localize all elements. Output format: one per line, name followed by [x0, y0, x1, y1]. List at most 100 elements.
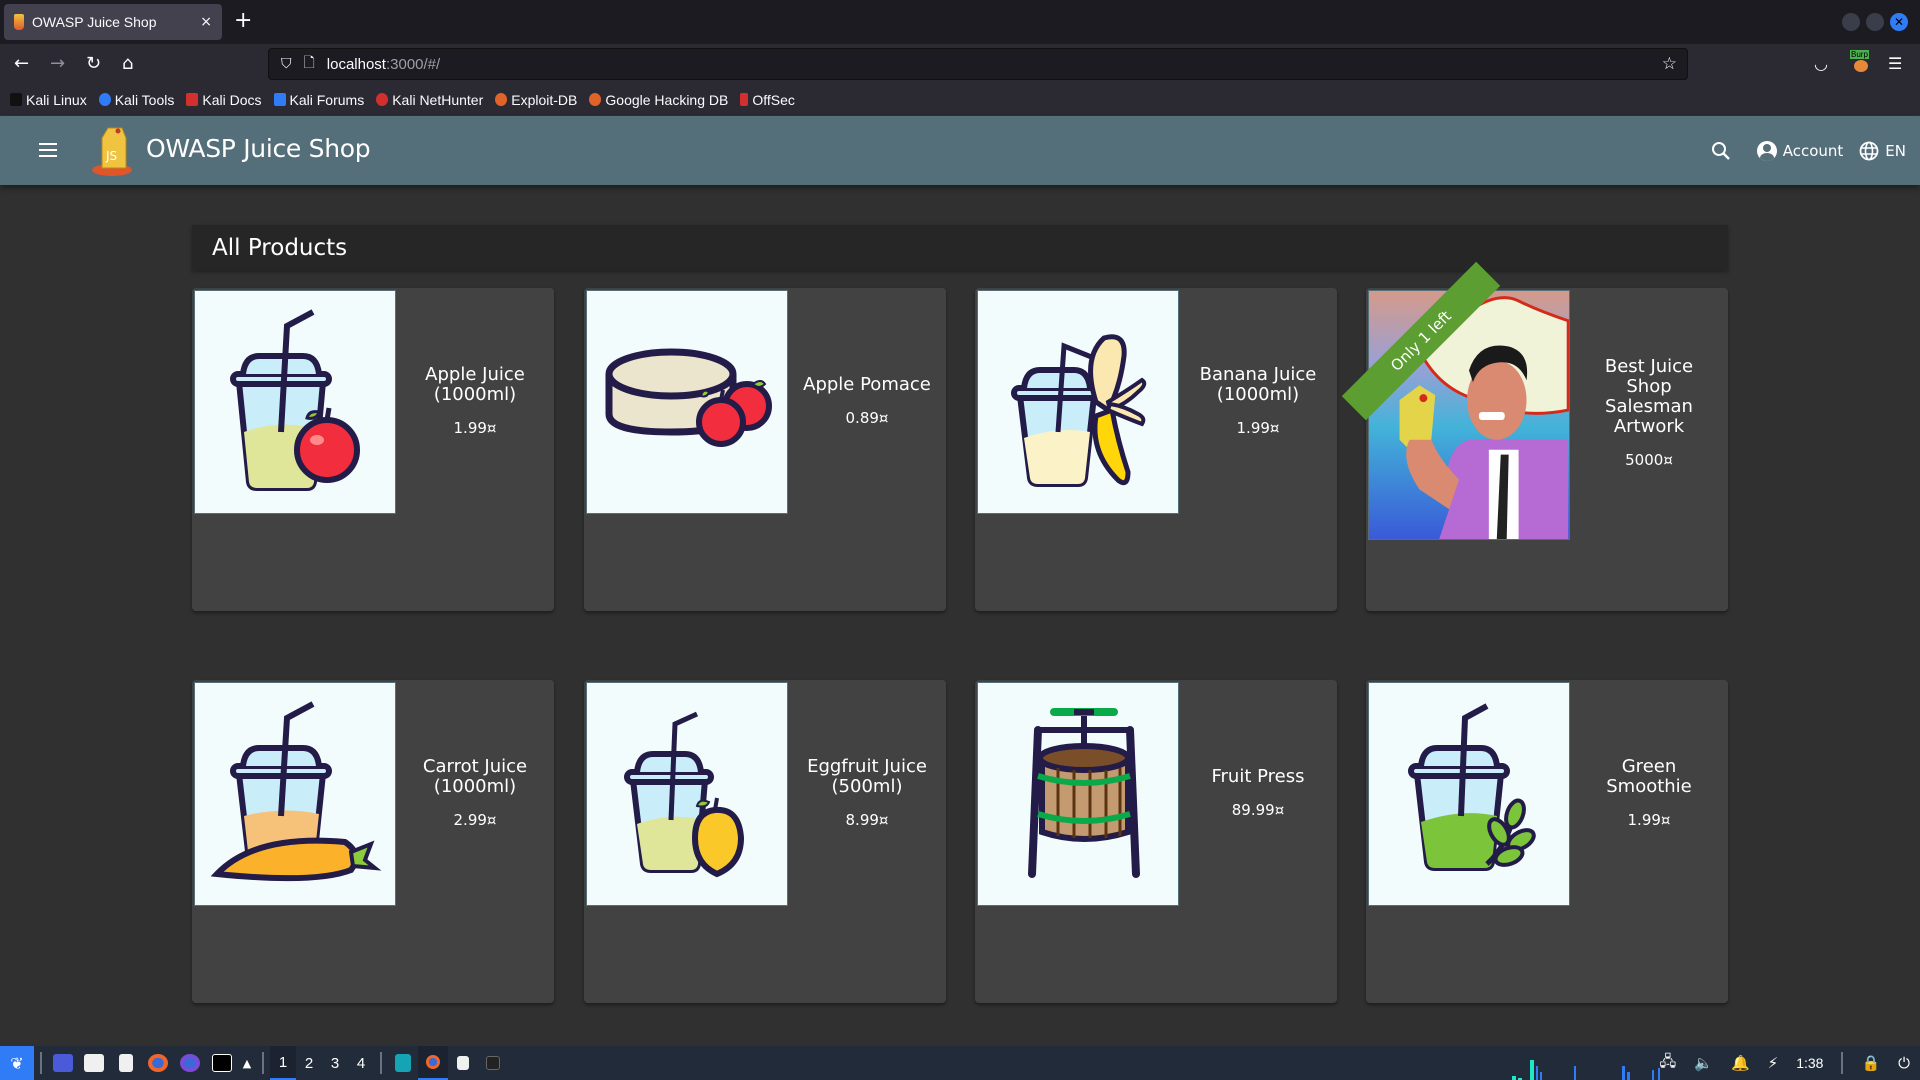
- bookmarks-bar: Kali Linux Kali Tools Kali Docs Kali For…: [0, 84, 1920, 115]
- kali-docs-icon: [186, 93, 199, 106]
- bookmark-label: Kali NetHunter: [392, 91, 484, 108]
- product-name: Eggfruit Juice (500ml): [807, 756, 927, 797]
- logout-icon[interactable]: ⏻: [1898, 1054, 1910, 1072]
- product-card-salesman-artwork[interactable]: Only 1 left Best Juice Shop Salesman Art…: [1341, 261, 1728, 611]
- launcher-text-editor[interactable]: [110, 1046, 142, 1080]
- workspace-3[interactable]: 3: [322, 1046, 348, 1080]
- browser-nav-bar: ← → ↻ ⌂ ⛉ 🗋 localhost:3000/#/ ☆ ◡ Burp ☰: [0, 44, 1920, 84]
- launcher-terminal[interactable]: [206, 1046, 238, 1080]
- url-path: :3000/#/: [385, 55, 441, 73]
- nethunter-icon: [376, 93, 389, 106]
- new-tab-button[interactable]: +: [234, 10, 252, 32]
- product-image-apple-pomace[interactable]: [586, 290, 788, 514]
- kali-dragon-icon: ❦: [10, 1053, 24, 1073]
- product-info: Best Juice Shop Salesman Artwork 5000¤: [1570, 288, 1728, 538]
- bookmark-label: Kali Tools: [114, 91, 175, 108]
- apple-pomace-image: [605, 348, 772, 447]
- product-card-apple-pomace[interactable]: Apple Pomace 0.89¤: [584, 288, 946, 611]
- reload-icon[interactable]: ↻: [86, 52, 101, 76]
- account-button[interactable]: Account: [1756, 140, 1844, 161]
- product-list-page: All Products Apple Juice (1000ml) 1.99¤: [0, 185, 1920, 1046]
- launcher-files[interactable]: [78, 1046, 110, 1080]
- launcher-firefox[interactable]: [142, 1046, 174, 1080]
- product-image-green-smoothie[interactable]: [1368, 682, 1570, 906]
- close-window-button[interactable]: ✕: [1890, 13, 1908, 31]
- burp-app-icon: [395, 1054, 411, 1072]
- terminal-icon: [486, 1056, 500, 1070]
- bookmark-exploit-db[interactable]: Exploit-DB: [495, 92, 577, 108]
- launcher-expand[interactable]: ▲: [238, 1046, 256, 1080]
- product-card-eggfruit-juice[interactable]: Eggfruit Juice (500ml) 8.99¤: [584, 680, 946, 1003]
- window-burp[interactable]: [388, 1046, 418, 1080]
- product-info: Banana Juice (1000ml) 1.99¤: [1179, 288, 1337, 514]
- carrot-juice-image: [210, 701, 382, 882]
- account-label: Account: [1782, 141, 1844, 160]
- forward-icon[interactable]: →: [50, 52, 65, 76]
- launcher-firefox-dev[interactable]: [174, 1046, 206, 1080]
- app-menu-icon[interactable]: ☰: [1888, 54, 1902, 73]
- language-button[interactable]: EN: [1859, 141, 1906, 161]
- product-image-carrot-juice[interactable]: [194, 682, 396, 906]
- shield-icon[interactable]: ⛉: [281, 56, 292, 72]
- power-icon[interactable]: ⚡: [1768, 1054, 1779, 1072]
- notification-bell-icon[interactable]: 🔔: [1731, 1054, 1750, 1072]
- burp-extension-icon[interactable]: Burp: [1850, 50, 1870, 72]
- window-text-editor[interactable]: [448, 1046, 478, 1080]
- product-info: Green Smoothie 1.99¤: [1570, 680, 1728, 906]
- launcher-desktop[interactable]: [48, 1046, 78, 1080]
- product-image-banana-juice[interactable]: [977, 290, 1179, 514]
- minimize-button[interactable]: [1842, 13, 1860, 31]
- lock-icon[interactable]: 🔒: [1861, 1054, 1880, 1072]
- kali-menu-button[interactable]: ❦: [0, 1046, 34, 1080]
- product-price: 8.99¤: [845, 811, 889, 829]
- product-name: Best Juice Shop Salesman Artwork: [1604, 356, 1694, 437]
- product-image-apple-juice[interactable]: [194, 290, 396, 514]
- sidenav-menu-button[interactable]: [36, 138, 60, 162]
- clock[interactable]: 1:38: [1796, 1055, 1823, 1071]
- window-terminal[interactable]: [478, 1046, 508, 1080]
- workspace-1[interactable]: 1: [270, 1046, 296, 1080]
- product-image-fruit-press[interactable]: [977, 682, 1179, 906]
- product-card-carrot-juice[interactable]: Carrot Juice (1000ml) 2.99¤: [192, 680, 554, 1003]
- bookmark-kali-tools[interactable]: Kali Tools: [98, 91, 175, 108]
- url-bar[interactable]: ⛉ 🗋 localhost:3000/#/ ☆: [268, 48, 1688, 80]
- bookmark-kali-linux[interactable]: Kali Linux: [10, 92, 87, 108]
- bookmark-kali-docs[interactable]: Kali Docs: [186, 92, 262, 108]
- product-card-banana-juice[interactable]: Banana Juice (1000ml) 1.99¤: [975, 288, 1337, 611]
- search-button[interactable]: [1711, 141, 1731, 161]
- product-card-green-smoothie[interactable]: Green Smoothie 1.99¤: [1366, 680, 1728, 1003]
- bookmark-kali-nethunter[interactable]: Kali NetHunter: [376, 92, 483, 108]
- bookmark-kali-forums[interactable]: Kali Forums: [273, 92, 364, 108]
- home-icon[interactable]: ⌂: [122, 52, 133, 76]
- banana-juice-image: [1011, 334, 1147, 487]
- kali-dragon-icon: [10, 93, 22, 106]
- kali-tools-icon: [98, 93, 111, 106]
- browser-tab[interactable]: OWASP Juice Shop ×: [4, 4, 222, 40]
- bookmark-star-icon[interactable]: ☆: [1662, 54, 1677, 74]
- bookmark-label: Exploit-DB: [511, 91, 578, 108]
- app-title[interactable]: OWASP Juice Shop: [146, 134, 371, 163]
- tab-close-icon[interactable]: ×: [200, 14, 212, 30]
- search-icon: [1711, 141, 1730, 160]
- bookmark-google-hacking-db[interactable]: Google Hacking DB: [589, 92, 728, 108]
- product-price: 1.99¤: [453, 419, 497, 437]
- workspace-4[interactable]: 4: [348, 1046, 374, 1080]
- product-card-fruit-press[interactable]: Fruit Press 89.99¤: [975, 680, 1337, 1003]
- account-circle-icon: [1756, 140, 1777, 161]
- product-info: Eggfruit Juice (500ml) 8.99¤: [788, 680, 946, 906]
- product-image-eggfruit-juice[interactable]: [586, 682, 788, 906]
- network-icon[interactable]: 🖧: [1660, 1051, 1677, 1076]
- workspace-2[interactable]: 2: [296, 1046, 322, 1080]
- pocket-icon[interactable]: ◡: [1814, 54, 1828, 73]
- back-icon[interactable]: ←: [14, 52, 29, 76]
- window-firefox[interactable]: [418, 1046, 448, 1080]
- volume-icon[interactable]: 🔈: [1694, 1054, 1713, 1072]
- product-image-salesman-artwork[interactable]: [1368, 290, 1570, 540]
- firefox-icon: [426, 1055, 440, 1069]
- maximize-button[interactable]: [1866, 13, 1884, 31]
- juice-shop-logo[interactable]: JS: [90, 124, 138, 178]
- product-card-apple-juice[interactable]: Apple Juice (1000ml) 1.99¤: [192, 288, 554, 611]
- page-icon: 🗋: [303, 55, 315, 71]
- show-desktop-icon: [53, 1054, 73, 1072]
- bookmark-offsec[interactable]: OffSec: [740, 92, 795, 108]
